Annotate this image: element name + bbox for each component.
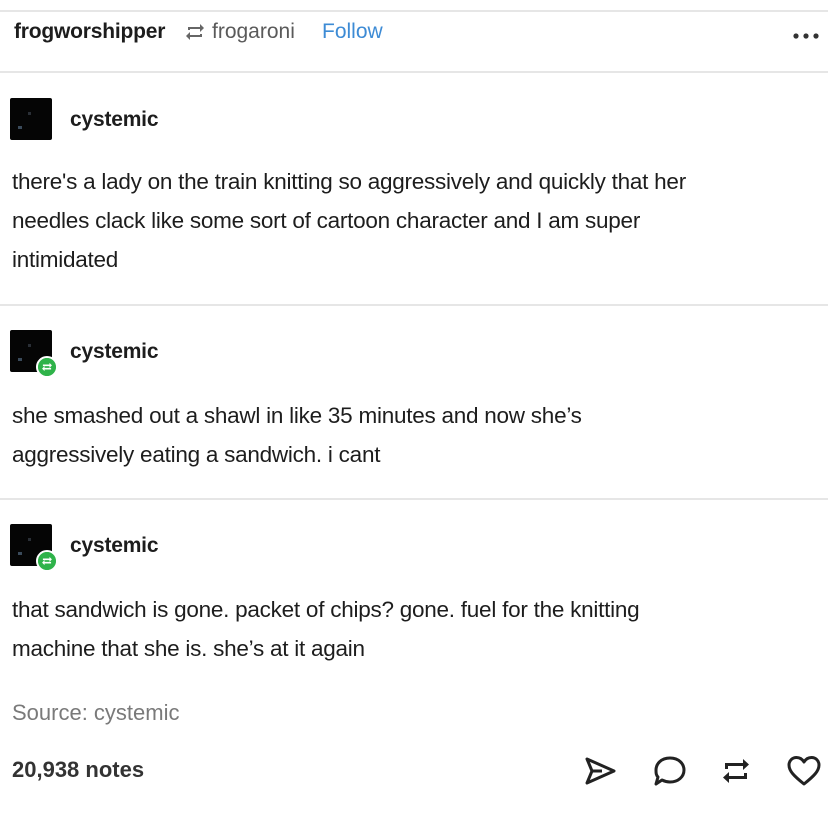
avatar[interactable] (10, 524, 58, 572)
avatar[interactable] (10, 330, 58, 378)
more-options-icon[interactable] (790, 20, 824, 48)
post-header: frogworshipper frogaroni Follow (0, 10, 828, 62)
reblog-icon (186, 24, 204, 40)
trail-username[interactable]: cystemic (70, 340, 158, 364)
text-line: there's a lady on the train knitting so … (12, 169, 686, 194)
notes-count[interactable]: 20,938 notes (12, 757, 144, 783)
trail-username[interactable]: cystemic (70, 108, 158, 132)
text-line: machine that she is. she’s at it again (12, 636, 365, 661)
post-actions (578, 752, 828, 790)
share-icon[interactable] (580, 752, 620, 790)
reblog-icon[interactable] (716, 752, 756, 790)
reblog-badge-icon (36, 356, 58, 378)
trail-body: she smashed out a shawl in like 35 minut… (12, 396, 827, 474)
reply-icon[interactable] (650, 752, 690, 790)
avatar[interactable] (10, 98, 52, 140)
tumblr-post: frogworshipper frogaroni Follow cystemic… (0, 0, 828, 821)
follow-button[interactable]: Follow (322, 20, 383, 44)
text-line: aggressively eating a sandwich. i cant (12, 442, 381, 467)
trail-item: cystemic she smashed out a shawl in like… (0, 306, 828, 498)
trail-item: cystemic there's a lady on the train kni… (0, 72, 828, 304)
trail-item: cystemic that sandwich is gone. packet o… (0, 500, 828, 690)
reblog-badge-icon (36, 550, 58, 572)
source-link[interactable]: Source: cystemic (12, 700, 180, 726)
trail-username[interactable]: cystemic (70, 534, 158, 558)
text-line: needles clack like some sort of cartoon … (12, 208, 641, 233)
trail-body: that sandwich is gone. packet of chips? … (12, 590, 827, 668)
trail-body: there's a lady on the train knitting so … (12, 162, 827, 279)
text-line: intimidated (12, 247, 119, 272)
text-line: she smashed out a shawl in like 35 minut… (12, 403, 582, 428)
like-heart-icon[interactable] (784, 752, 824, 790)
reblogged-from-name[interactable]: frogaroni (212, 20, 295, 44)
text-line: that sandwich is gone. packet of chips? … (12, 597, 640, 622)
blog-name[interactable]: frogworshipper (14, 20, 165, 44)
